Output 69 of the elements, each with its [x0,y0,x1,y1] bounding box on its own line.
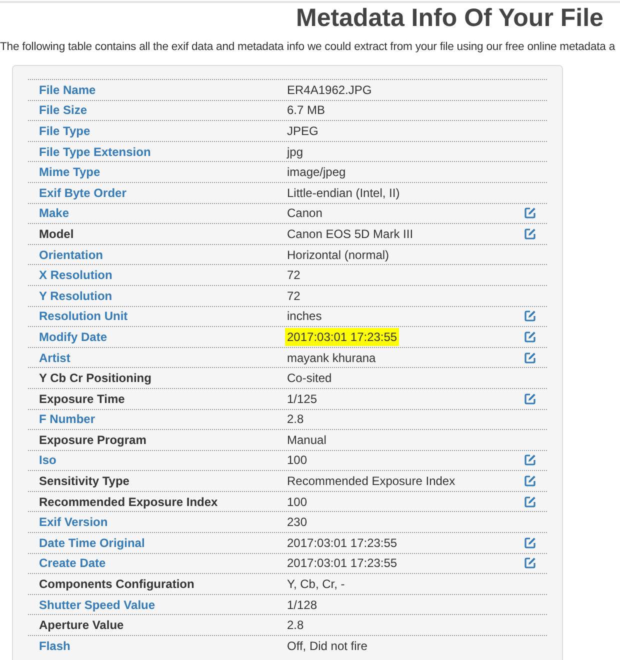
edit-icon[interactable] [524,228,536,240]
field-link[interactable]: Resolution Unit [28,307,287,326]
field-link[interactable]: X Resolution [28,266,287,284]
field-value: Canon EOS 5D Mark III [287,226,414,241]
field-value: Little-endian (Intel, II) [287,186,400,200]
field-link[interactable]: Exif Byte Order [28,184,287,202]
field-label: Y Cb Cr Positioning [38,370,152,388]
field-value: Canon [287,206,322,220]
field-link[interactable]: F Number [28,410,287,428]
field-label: Exposure Program [38,432,148,449]
field-link[interactable]: File Name [28,80,287,99]
field-value: image/jpeg [287,165,346,180]
edit-icon[interactable] [524,557,536,570]
field-link[interactable]: Mime Type [28,163,287,182]
field-label: Recommended Exposure Index [38,494,219,511]
field-value: Off, Did not fire [287,638,368,653]
field-value: 100 [287,494,308,509]
field-link[interactable]: Modify Date [28,328,287,346]
field-value: 230 [287,515,308,530]
edit-icon[interactable] [524,475,536,488]
edit-icon[interactable] [524,352,536,364]
field-link[interactable]: Shutter Speed Value [28,596,287,614]
field-link[interactable]: File Type Extension [28,142,287,161]
field-link[interactable]: Date Time Original [28,534,287,552]
field-value: Horizontal (normal) [287,248,390,262]
field-value: 2017:03:01 17:23:55 [287,536,398,550]
field-value: 1/125 [287,392,318,406]
field-value: Y, Cb, Cr, - [287,577,345,592]
field-link[interactable]: Orientation [28,246,287,264]
field-value: 2.8 [287,618,304,632]
field-value: 2017:03:01 17:23:55 [287,556,398,570]
field-link[interactable]: Exif Version [28,513,287,532]
field-link[interactable]: Iso [28,451,287,470]
field-label: Sensitivity Type [38,473,130,490]
field-value: ER4A1962.JPG [287,82,372,97]
intro-text: The following table contains all the exif data and metadata info we could extract from your file using our free online metadata a [0,40,616,55]
page-title: Metadata Info Of Your File [296,4,604,32]
field-label: Exposure Time [38,390,126,408]
edit-icon[interactable] [524,536,536,549]
edit-icon[interactable] [524,330,536,343]
edit-icon[interactable] [524,207,536,220]
highlighted-value: 2017:03:01 17:23:55 [287,330,398,344]
field-value: 72 [287,288,300,303]
field-label: Aperture Value [38,617,125,634]
field-value: Co-sited [287,371,332,386]
edit-icon[interactable] [524,496,536,508]
field-value: jpg [287,144,304,159]
field-value: 2.8 [287,412,304,426]
field-link[interactable]: File Type [28,122,287,140]
field-link[interactable]: Y Resolution [28,286,287,305]
field-link[interactable]: Flash [28,636,287,655]
field-value: inches [287,309,322,324]
field-value: JPEG [287,124,318,138]
field-label: Model [38,226,75,243]
field-value: 6.7 MB [287,103,326,118]
field-value: Recommended Exposure Index [287,474,456,488]
edit-icon[interactable] [524,454,536,466]
field-value: 1/128 [287,598,318,612]
field-link[interactable]: Artist [28,348,287,367]
field-label: Components Configuration [38,576,196,594]
field-value: Manual [287,432,326,447]
field-value: 100 [287,453,308,468]
field-link[interactable]: File Size [28,101,287,120]
field-link[interactable]: Make [28,204,287,222]
field-link[interactable]: Create Date [28,554,287,572]
field-value: mayank khurana [287,350,376,365]
edit-icon[interactable] [524,392,536,405]
edit-icon[interactable] [524,310,536,322]
field-value: 72 [287,268,300,282]
